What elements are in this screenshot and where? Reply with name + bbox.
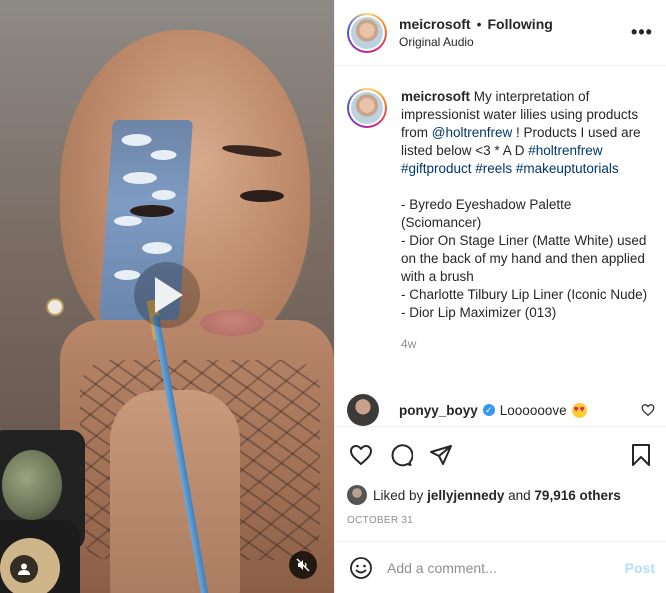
- author-avatar[interactable]: [347, 12, 387, 53]
- reel-video[interactable]: [0, 0, 334, 593]
- product-line: - Byredo Eyeshadow Palette (Sciomancer): [401, 197, 572, 230]
- heart-eyes-emoji-icon: [571, 402, 587, 418]
- liker-username[interactable]: jellyjennedy: [427, 488, 504, 503]
- post-comment-button[interactable]: Post: [625, 560, 655, 576]
- pearl-earring: [48, 300, 62, 314]
- user-icon: [18, 563, 30, 575]
- caption-time-ago[interactable]: 4w: [401, 335, 653, 353]
- lips: [200, 310, 264, 336]
- comment-like-heart-icon[interactable]: [641, 403, 655, 417]
- emoji-button[interactable]: [347, 554, 375, 582]
- commenter-avatar[interactable]: [347, 394, 379, 426]
- liker-avatar[interactable]: [347, 485, 367, 505]
- mention-link[interactable]: @holtrenfrew: [432, 125, 513, 140]
- likes-and: and: [508, 487, 531, 503]
- share-icon: [430, 445, 452, 465]
- post-date[interactable]: OCTOBER 31: [347, 515, 655, 526]
- following-button[interactable]: Following: [487, 16, 552, 32]
- liked-by-label: Liked by: [373, 487, 424, 503]
- product-line: - Dior Lip Maximizer (013): [401, 305, 557, 320]
- bookmark-icon: [632, 444, 650, 466]
- post-side-panel: meicrosoft • Following Original Audio ••…: [334, 0, 666, 593]
- comment-input[interactable]: [387, 559, 625, 576]
- caption-section: meicrosoft My interpretation of impressi…: [335, 66, 666, 426]
- play-button[interactable]: [134, 262, 200, 328]
- verified-badge-icon: ✓: [482, 404, 495, 416]
- post-header: meicrosoft • Following Original Audio ••…: [335, 0, 666, 66]
- audio-link[interactable]: Original Audio: [399, 35, 630, 49]
- smiley-icon: [350, 556, 372, 579]
- share-button[interactable]: [427, 441, 455, 469]
- right-eye: [240, 190, 284, 202]
- add-comment-bar: Post: [335, 541, 666, 593]
- separator-dot: •: [476, 16, 482, 32]
- caption-username[interactable]: meicrosoft: [401, 89, 470, 104]
- comment-icon: [391, 444, 413, 467]
- more-options-button[interactable]: •••: [630, 21, 654, 45]
- author-username[interactable]: meicrosoft: [399, 16, 471, 32]
- compact: [0, 520, 80, 593]
- left-eye: [130, 205, 174, 217]
- play-icon: [155, 277, 183, 313]
- product-line: - Charlotte Tilbury Lip Liner (Iconic Nu…: [401, 287, 648, 302]
- product-line: - Dior On Stage Liner (Matte White) used…: [401, 233, 647, 284]
- likes-count[interactable]: 79,916 others: [534, 488, 620, 503]
- save-button[interactable]: [627, 441, 655, 469]
- action-bar: Liked by jellyjennedy and 79,916 others …: [335, 426, 666, 526]
- mute-button[interactable]: [289, 551, 317, 579]
- heart-icon: [350, 445, 372, 465]
- post-modal: meicrosoft • Following Original Audio ••…: [0, 0, 666, 593]
- comment-button[interactable]: [387, 441, 415, 469]
- likes-summary: Liked by jellyjennedy and 79,916 others: [347, 485, 655, 505]
- caption-author-avatar[interactable]: [347, 88, 387, 128]
- comment-item: ponyy_boyy ✓ Loooooove: [347, 394, 655, 426]
- caption-text: meicrosoft My interpretation of impressi…: [401, 88, 653, 353]
- commenter-username[interactable]: ponyy_boyy: [399, 403, 478, 418]
- muted-speaker-icon: [296, 558, 310, 572]
- tagged-users-button[interactable]: [10, 555, 38, 583]
- like-button[interactable]: [347, 441, 375, 469]
- comment-text: Loooooove: [499, 402, 567, 418]
